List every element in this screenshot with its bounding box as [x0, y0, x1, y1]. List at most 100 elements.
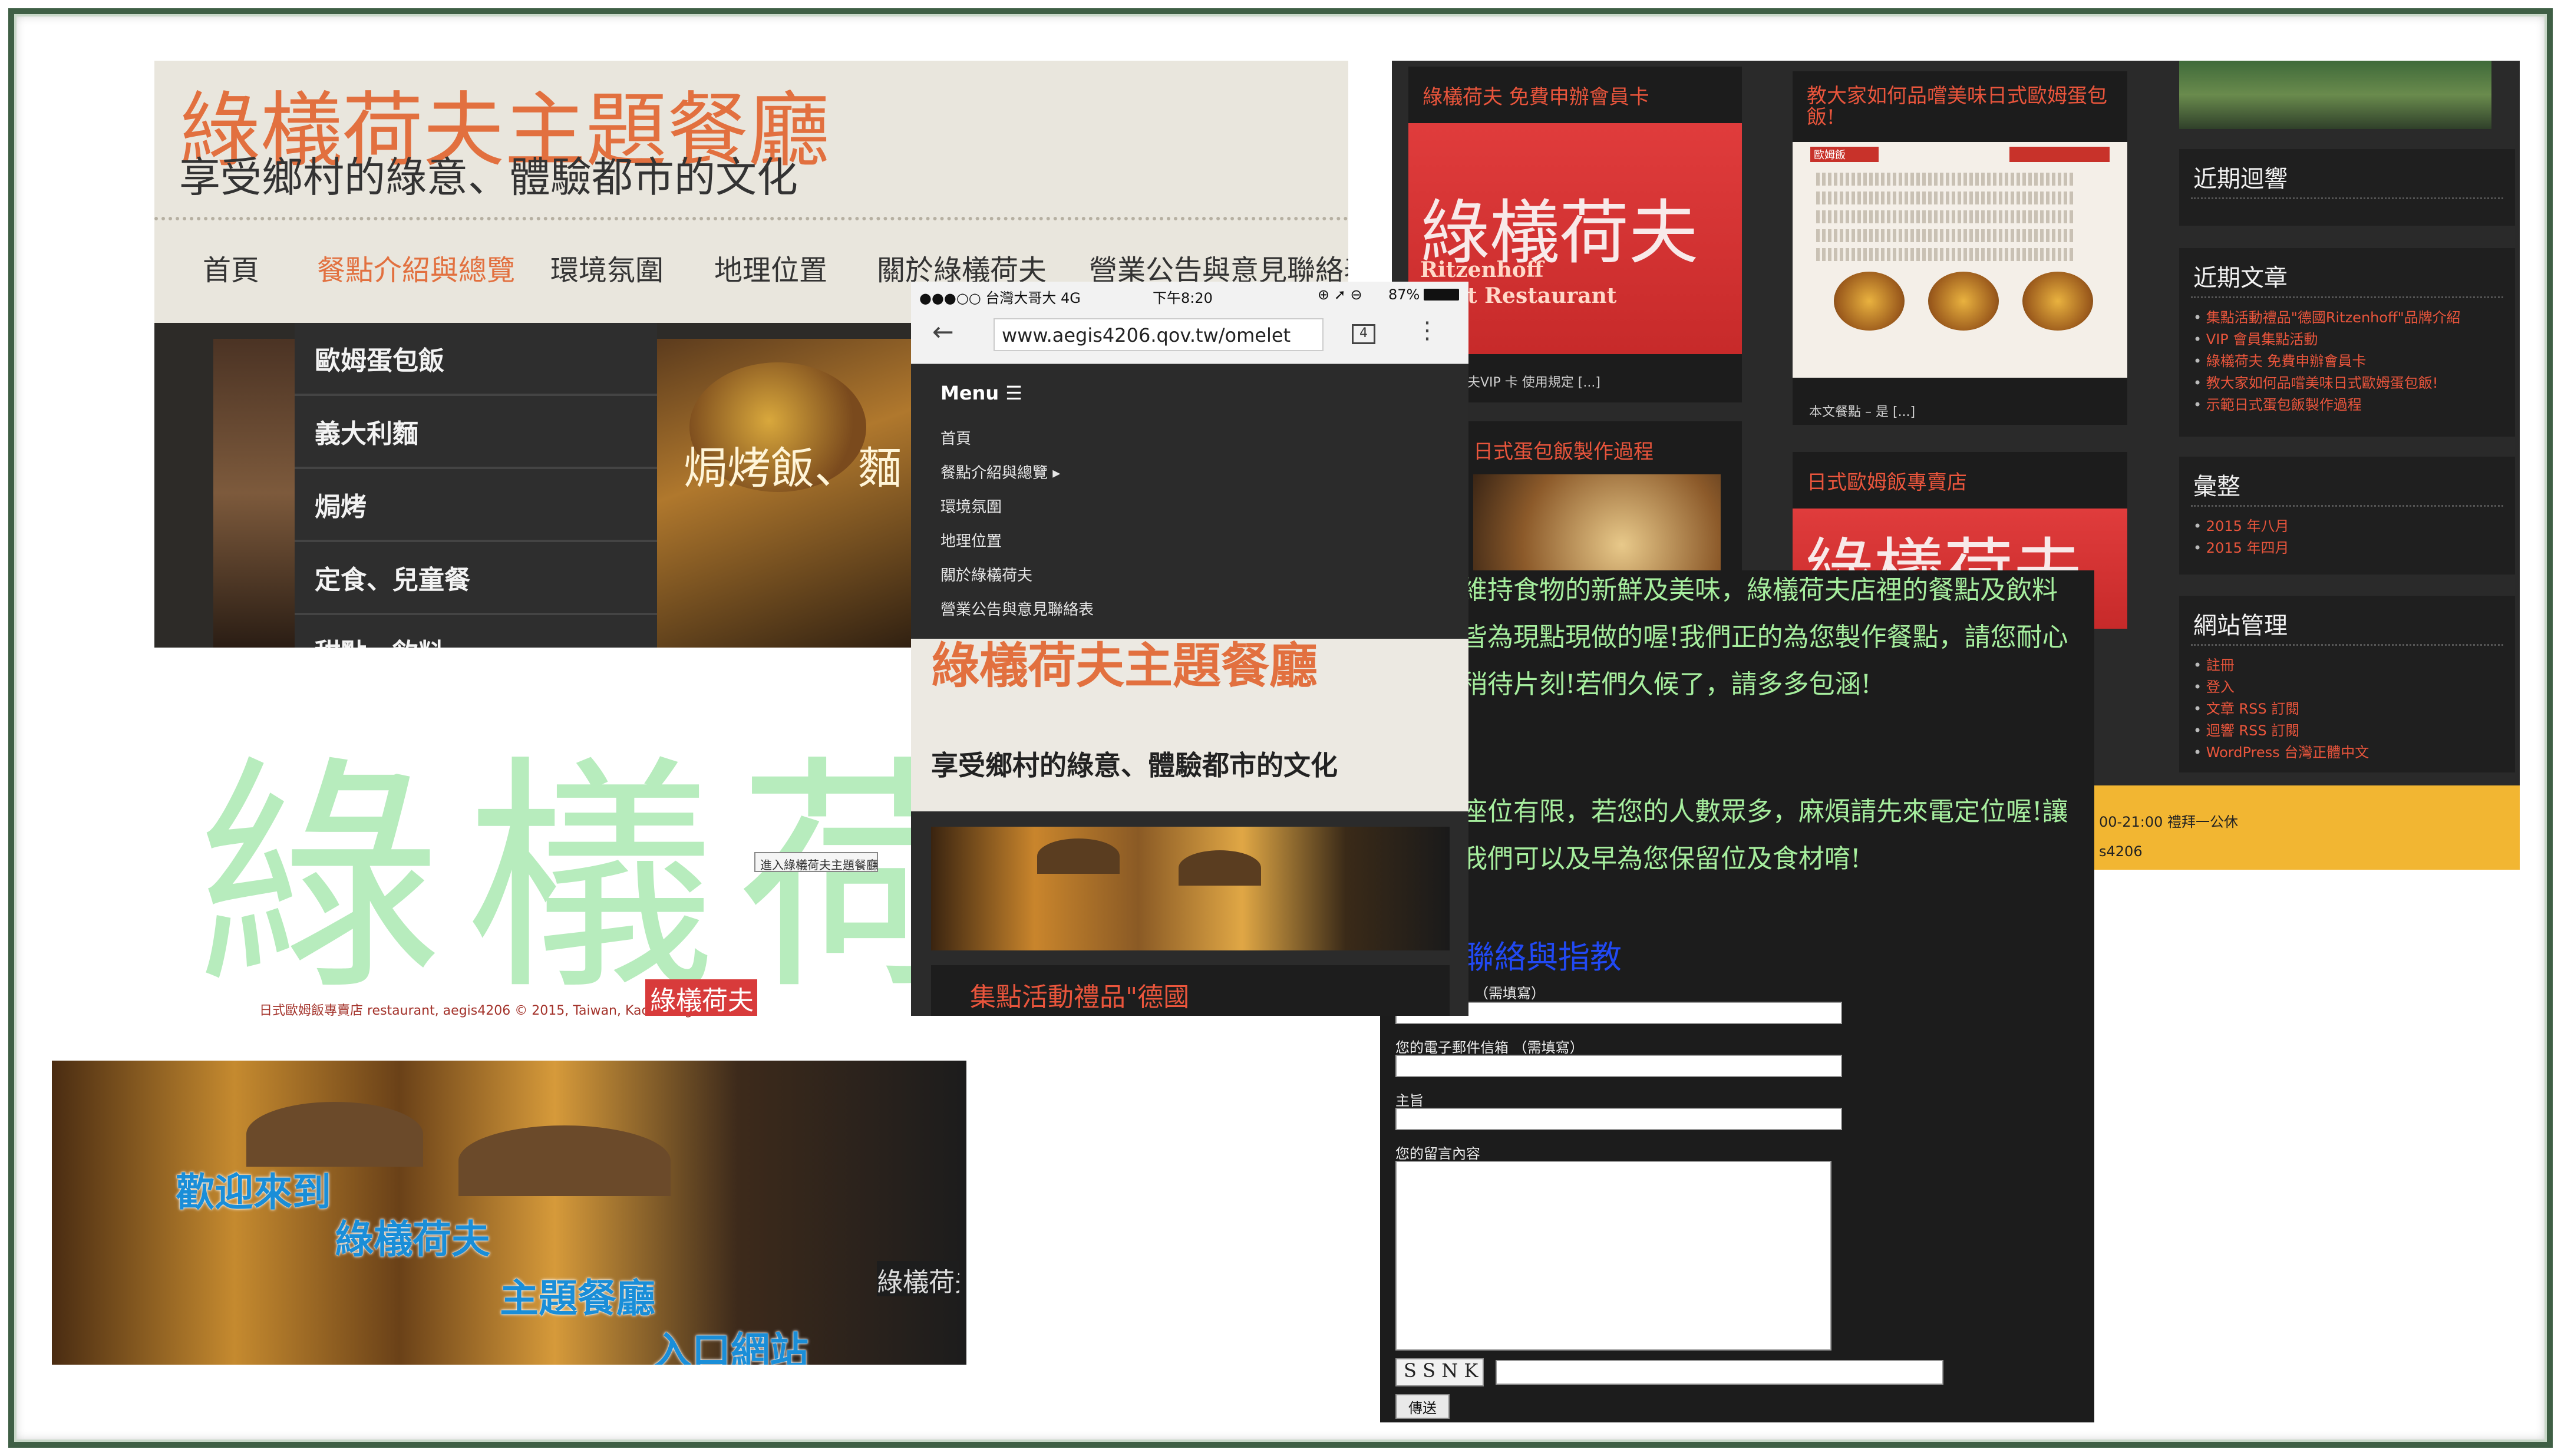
menu-row	[1816, 248, 2075, 261]
menu-row	[1816, 229, 2075, 242]
email-label: 您的電子郵件信箱 （需填寫）	[1395, 1039, 1584, 1056]
back-arrow-icon[interactable]: ←	[932, 317, 954, 347]
dropdown-item-gratin[interactable]: 焗烤	[295, 469, 657, 542]
brand-line-1: Ritzenhoff	[1420, 257, 1544, 282]
widget-archives: 彙整 2015 年八月 2015 年四月	[2179, 457, 2515, 575]
post-card-excerpt: 本文餐點 – 是 [...]	[1809, 405, 1916, 420]
dropdown-item-set-meals[interactable]: 定食、兒童餐	[295, 542, 657, 615]
tabs-count-icon[interactable]: 4	[1352, 324, 1375, 344]
mobile-restaurant-photo	[931, 827, 1450, 950]
nav-environment[interactable]: 環境氛圍	[550, 247, 664, 288]
notice-paragraph-2: 座位有限，若您的人數眾多，麻煩請先來電定位喔!讓我們可以及早為您保留位及食材唷!	[1461, 797, 2068, 874]
food-photo: 焗烤飯、麵	[648, 339, 943, 648]
post-card-excerpt: 夫VIP 卡 使用規定 [...]	[1467, 375, 1600, 390]
mobile-menu-about[interactable]: 關於綠檥荷夫	[940, 563, 1032, 585]
archives-list: 2015 年八月 2015 年四月	[2193, 516, 2289, 559]
mobile-menu-environment[interactable]: 環境氛圍	[940, 495, 1002, 517]
mobile-menu-overview[interactable]: 餐點介紹與總覽 ▸	[940, 461, 1060, 483]
mobile-site-title: 綠檥荷夫主題餐廳	[931, 638, 1318, 694]
entrance-line-3: 主題餐廳	[500, 1275, 655, 1321]
mobile-menu-announcements[interactable]: 營業公告與意見聯絡表	[940, 597, 1094, 619]
archive-link[interactable]: 2015 年四月	[2193, 537, 2289, 559]
recent-post-link[interactable]: 示範日式蛋包飯製作過程	[2193, 394, 2461, 416]
widget-title: 網站管理	[2193, 612, 2288, 639]
admin-link-comments-rss[interactable]: 迴響 RSS 訂閱	[2193, 720, 2369, 742]
left-photo	[213, 339, 295, 648]
dropdown-item-omelet[interactable]: 歐姆蛋包飯	[295, 323, 657, 396]
dropdown-item-pasta[interactable]: 義大利麵	[295, 396, 657, 469]
opening-hours: 00-21:00 禮拜一公休	[2099, 814, 2238, 830]
site-subtitle: 享受鄉村的綠意、體驗都市的文化	[179, 153, 798, 202]
recent-post-link[interactable]: VIP 會員集點活動	[2193, 329, 2461, 351]
nav-home[interactable]: 首頁	[203, 247, 259, 288]
mobile-post-title: 集點活動禮品"德國	[970, 982, 1190, 1012]
widget-title: 彙整	[2193, 473, 2240, 500]
entrance-photo[interactable]: 歡迎來到 綠檥荷夫 主題餐廳 入口網站 綠檥荷夫	[52, 1061, 966, 1365]
nav-location[interactable]: 地理位置	[714, 247, 827, 288]
subject-field[interactable]	[1395, 1108, 1842, 1130]
url-field[interactable]: www.aegis4206.qov.tw/omelet	[994, 318, 1324, 351]
post-card-howto[interactable]: 教大家如何品嚐美味日式歐姆蛋包飯! 歐姆飯 本文餐點 – 是 [...]	[1793, 71, 2127, 425]
submit-button[interactable]: 傳送	[1395, 1394, 1450, 1419]
contact-heading: 聯絡與指教	[1463, 939, 1622, 976]
menu-tag-bar	[2009, 147, 2110, 162]
contact-form-panel: 維持食物的新鮮及美味，綠檥荷夫店裡的餐點及飲料皆為現點現做的喔!我們正的為您製作…	[1380, 570, 2094, 1422]
admin-link-posts-rss[interactable]: 文章 RSS 訂閱	[2193, 698, 2369, 720]
mobile-menu-location[interactable]: 地理位置	[940, 529, 1002, 551]
food-photo-text: 焗烤飯、麵	[684, 443, 902, 494]
widget-divider	[2191, 505, 2503, 507]
post-card-title[interactable]: 教大家如何品嚐美味日式歐姆蛋包飯!	[1807, 85, 2113, 128]
omelet-bowl-image	[1834, 272, 1905, 331]
recent-post-link[interactable]: 綠檥荷夫 免費申辦會員卡	[2193, 351, 2461, 372]
clock: 下午8:20	[1153, 290, 1213, 306]
mobile-menu-toggle[interactable]: Menu ☰	[940, 382, 1022, 404]
shop-sign: 綠檥荷夫	[877, 1261, 959, 1296]
widget-divider	[2191, 644, 2503, 646]
nav-menu-overview[interactable]: 餐點介紹與總覽	[317, 247, 515, 288]
mobile-site-subtitle: 享受鄉村的綠意、體驗都市的文化	[931, 750, 1338, 781]
mobile-post-bar[interactable]: 集點活動禮品"德國	[931, 965, 1450, 1016]
dropdown-item-desserts[interactable]: 甜點、飲料	[295, 615, 657, 648]
overflow-menu-icon[interactable]: ⋮	[1415, 317, 1439, 344]
email-field[interactable]	[1395, 1055, 1842, 1077]
entrance-line-2: 綠檥荷夫	[335, 1216, 490, 1262]
footer-id: s4206	[2099, 843, 2143, 860]
omelet-bowl-image	[1928, 272, 1999, 331]
widget-title: 近期迴響	[2193, 166, 2288, 193]
menu-row	[1816, 173, 2075, 186]
archive-link[interactable]: 2015 年八月	[2193, 516, 2289, 537]
enter-tooltip: 進入綠檥荷夫主題餐廳	[754, 852, 878, 872]
admin-link-register[interactable]: 註冊	[2193, 655, 2369, 676]
copyright-text: 日式歐姆飯專賣店 restaurant, aegis4206 © 2015, T…	[259, 1003, 693, 1018]
widget-divider	[2191, 296, 2503, 298]
message-label: 您的留言內容	[1395, 1145, 1480, 1162]
message-field[interactable]	[1395, 1161, 1831, 1351]
widget-recent-posts: 近期文章 集點活動禮品"德國Ritzenhoff"品牌介紹 VIP 會員集點活動…	[2179, 248, 2515, 437]
post-card-title[interactable]: 綠檥荷夫 免費申辦會員卡	[1423, 81, 1649, 110]
battery-icon	[1424, 289, 1459, 301]
name-label: （需填寫）	[1474, 985, 1545, 1002]
post-card-title[interactable]: 日式歐姆飯專賣店	[1807, 466, 1967, 495]
umbrella-shape	[1037, 838, 1120, 874]
recent-post-link[interactable]: 集點活動禮品"德國Ritzenhoff"品牌介紹	[2193, 307, 2461, 329]
admin-link-login[interactable]: 登入	[2193, 676, 2369, 698]
widget-recent-comments: 近期迴響	[2179, 149, 2515, 226]
browser-bar: ← www.aegis4206.qov.tw/omelet 4 ⋮	[911, 310, 1468, 364]
notice-paragraph-1: 維持食物的新鮮及美味，綠檥荷夫店裡的餐點及飲料皆為現點現做的喔!我們正的為您製作…	[1461, 575, 2068, 699]
recent-post-link[interactable]: 教大家如何品嚐美味日式歐姆蛋包飯!	[2193, 372, 2461, 394]
battery-level: 87%	[1388, 286, 1420, 303]
admin-link-wordpress[interactable]: WordPress 台灣正體中文	[2193, 742, 2369, 764]
post-card-title[interactable]: 日式蛋包飯製作過程	[1473, 435, 1654, 464]
menu-dropdown: 歐姆蛋包飯 義大利麵 焗烤 定食、兒童餐 甜點、飲料	[295, 323, 657, 648]
captcha-input[interactable]	[1496, 1360, 1943, 1385]
subject-label: 主旨	[1395, 1092, 1424, 1109]
mobile-menu-home[interactable]: 首頁	[940, 427, 971, 448]
hamburger-icon: ☰	[1005, 382, 1022, 404]
entrance-line-1: 歡迎來到	[176, 1169, 331, 1215]
widget-title: 近期文章	[2193, 265, 2288, 292]
status-icons: ⊕ ➚ ⊖	[1318, 286, 1362, 303]
mobile-menu-overview-label: 餐點介紹與總覽	[940, 464, 1048, 482]
carrier-signal: ●●●○○ 台灣大哥大 4G	[919, 290, 1081, 306]
admin-links-list: 註冊 登入 文章 RSS 訂閱 迴響 RSS 訂閱 WordPress 台灣正體…	[2193, 655, 2369, 764]
umbrella-shape	[1179, 850, 1261, 886]
